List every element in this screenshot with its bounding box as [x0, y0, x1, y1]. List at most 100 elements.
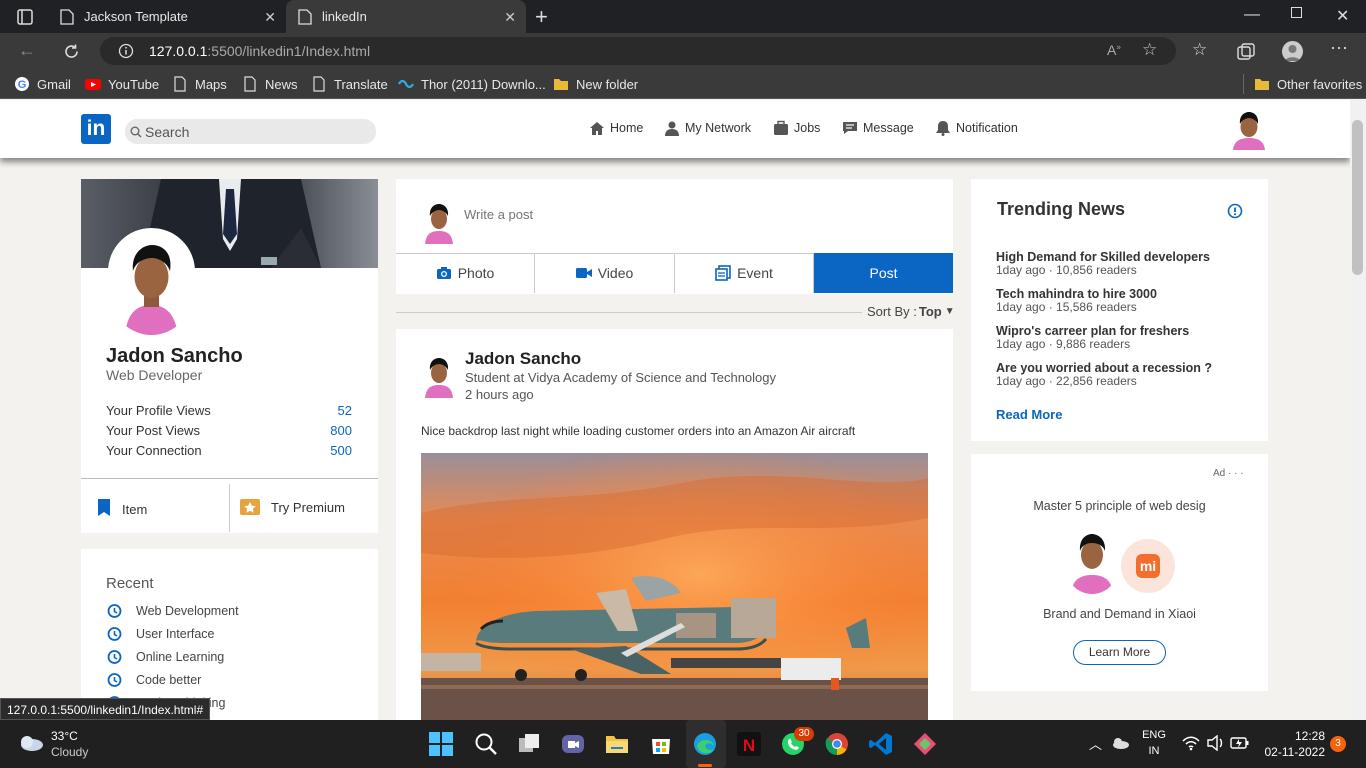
bookmark-translate[interactable]: Translate: [311, 76, 388, 92]
wifi-icon[interactable]: [1182, 735, 1200, 751]
bookmark-thor[interactable]: Thor (2011) Downlo...: [398, 76, 546, 92]
new-tab-icon[interactable]: +: [535, 4, 548, 30]
info-icon[interactable]: [1227, 203, 1243, 219]
microsoft-store-icon[interactable]: [649, 732, 673, 756]
post-button[interactable]: Post: [814, 253, 953, 293]
favorites-icon[interactable]: ☆: [1192, 40, 1207, 60]
stat-value: 500: [330, 443, 352, 458]
photo-button[interactable]: Photo: [396, 253, 535, 293]
cloudy-weather-icon[interactable]: [16, 733, 44, 753]
show-hidden-icons[interactable]: ︿: [1089, 734, 1102, 753]
page-content: Recent Web Development User Interface On…: [0, 100, 1350, 720]
read-aloud-icon[interactable]: A»: [1107, 42, 1121, 58]
ad-card: Ad · · · Master 5 principle of web desig…: [971, 454, 1268, 691]
stat-row[interactable]: Your Post Views 800: [106, 423, 352, 438]
svg-text:N: N: [743, 736, 755, 755]
page-scrollbar[interactable]: [1350, 100, 1366, 720]
post-author-avatar[interactable]: [422, 352, 456, 398]
minimize-icon[interactable]: —: [1244, 6, 1260, 24]
close-tab-icon[interactable]: ✕: [264, 9, 276, 26]
ad-tag[interactable]: Ad · · ·: [1213, 468, 1244, 479]
news-item[interactable]: Wipro's carreer plan for freshers 1day ag…: [996, 324, 1246, 351]
news-item[interactable]: Are you worried about a recession ? 1day …: [996, 361, 1246, 388]
tab-jackson-template[interactable]: Jackson Template ✕: [48, 0, 286, 33]
tab-linkedin[interactable]: linkedIn ✕: [286, 0, 526, 33]
xiaomi-logo: mi: [1121, 539, 1175, 593]
bookmark-youtube[interactable]: YouTube: [85, 76, 159, 92]
profile-avatar[interactable]: [108, 228, 195, 338]
post-image[interactable]: [421, 453, 928, 720]
scrollbar-thumb[interactable]: [1352, 120, 1363, 275]
bookmark-maps[interactable]: Maps: [172, 76, 227, 92]
sort-dropdown[interactable]: Sort By : Top ▼: [867, 304, 955, 319]
info-icon[interactable]: [118, 43, 134, 59]
stat-label: Your Profile Views: [106, 403, 211, 418]
recent-item[interactable]: Web Development: [106, 603, 239, 619]
close-tab-icon[interactable]: ✕: [504, 9, 516, 26]
recent-item[interactable]: Online Learning: [106, 649, 224, 665]
user-icon: [665, 121, 679, 136]
settings-menu-icon[interactable]: ···: [1330, 37, 1348, 58]
volume-icon[interactable]: [1207, 735, 1225, 751]
snipping-tool-icon[interactable]: [913, 732, 937, 756]
vscode-icon[interactable]: [869, 732, 893, 756]
collections-icon[interactable]: [1237, 43, 1255, 61]
event-button[interactable]: Event: [675, 253, 814, 293]
clock-time[interactable]: 12:28: [1263, 729, 1325, 743]
chrome-icon[interactable]: [825, 732, 849, 756]
nav-my-network[interactable]: My Network: [664, 120, 751, 136]
news-item[interactable]: High Demand for Skilled developers 1day a…: [996, 250, 1246, 277]
stat-row[interactable]: Your Profile Views 52: [106, 403, 352, 418]
news-item[interactable]: Tech mahindra to hire 3000 1day ago · 15,…: [996, 287, 1246, 314]
windows-start-icon[interactable]: [429, 732, 453, 756]
clock-date[interactable]: 02-11-2022: [1263, 745, 1326, 759]
nav-home[interactable]: Home: [589, 120, 643, 136]
edge-browser-icon[interactable]: [693, 732, 717, 756]
recent-item[interactable]: User Interface: [106, 626, 215, 642]
add-favorite-icon[interactable]: ☆: [1142, 40, 1157, 60]
close-window-icon[interactable]: ✕: [1336, 6, 1349, 26]
tab-actions-icon[interactable]: [17, 9, 33, 25]
nav-profile-avatar[interactable]: [1230, 108, 1268, 150]
file-explorer-icon[interactable]: [605, 732, 629, 756]
bookmark-new-folder[interactable]: New folder: [553, 76, 638, 92]
weather-temp[interactable]: 33°C: [51, 729, 78, 743]
back-icon[interactable]: ←: [18, 40, 36, 61]
language-code[interactable]: ENG: [1142, 729, 1166, 741]
nav-notification[interactable]: Notification: [935, 120, 1018, 136]
try-premium-button[interactable]: Try Premium: [240, 499, 345, 515]
stat-row[interactable]: Your Connection 500: [106, 443, 352, 458]
task-view-icon[interactable]: [517, 732, 541, 756]
bookmark-other-favorites[interactable]: Other favorites: [1254, 76, 1362, 92]
learn-more-button[interactable]: Learn More: [1073, 640, 1166, 665]
notification-badge[interactable]: 3: [1330, 736, 1346, 752]
bookmark-label: Thor (2011) Downlo...: [421, 76, 546, 92]
saved-items-button[interactable]: Item: [97, 499, 147, 517]
bookmark-gmail[interactable]: G Gmail: [14, 76, 71, 92]
region-code[interactable]: IN: [1142, 745, 1166, 757]
browser-profile-avatar[interactable]: [1282, 41, 1303, 62]
refresh-icon[interactable]: [63, 43, 80, 60]
profile-name[interactable]: Jadon Sancho: [106, 345, 243, 368]
post-author-name[interactable]: Jadon Sancho: [465, 349, 581, 369]
search-icon[interactable]: [474, 732, 498, 756]
restore-icon[interactable]: [1291, 7, 1302, 18]
nav-jobs[interactable]: Jobs: [773, 120, 820, 136]
search-box[interactable]: [125, 119, 376, 144]
nav-message[interactable]: Message: [842, 120, 914, 136]
linkedin-logo[interactable]: in: [81, 114, 111, 144]
active-app-indicator: [698, 764, 712, 767]
bookmark-news[interactable]: News: [242, 76, 298, 92]
search-input[interactable]: [145, 119, 365, 144]
teams-chat-icon[interactable]: [561, 732, 585, 756]
weather-condition[interactable]: Cloudy: [51, 745, 88, 759]
recent-item[interactable]: Code better: [106, 672, 201, 688]
ad-brand-line: Brand and Demand in Xiaoi: [1043, 607, 1196, 621]
read-more-link[interactable]: Read More: [996, 407, 1062, 422]
url-field[interactable]: 127.0.0.1:5500/linkedin1/Index.html A» ☆: [100, 37, 1176, 65]
netflix-icon[interactable]: N: [737, 732, 761, 756]
write-post-input[interactable]: [464, 203, 924, 225]
onedrive-icon[interactable]: [1111, 737, 1129, 749]
video-button[interactable]: Video: [535, 253, 675, 293]
battery-icon[interactable]: [1230, 736, 1250, 750]
